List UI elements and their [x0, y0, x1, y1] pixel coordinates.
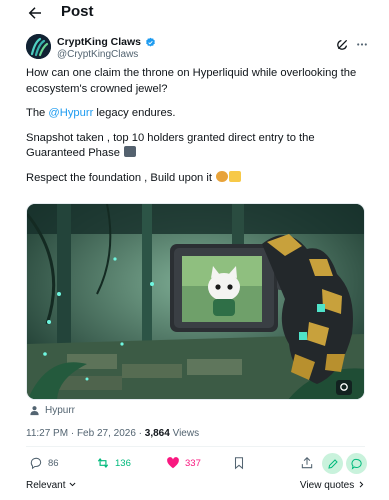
- views-count: 3,864: [144, 428, 170, 439]
- author-handle[interactable]: @CryptKingClaws: [57, 49, 138, 60]
- repost-count: 136: [115, 457, 131, 469]
- avatar[interactable]: [26, 34, 51, 59]
- reply-button[interactable]: 86: [29, 456, 59, 470]
- view-quotes-link[interactable]: View quotes: [300, 480, 366, 491]
- action-bar: 86 136 337: [26, 453, 368, 476]
- bookmark-icon: [234, 457, 244, 470]
- verified-badge-icon: [146, 37, 155, 46]
- divider: [26, 446, 365, 447]
- share-icon: [301, 457, 313, 469]
- heart-icon: [167, 457, 179, 469]
- like-count: 337: [185, 457, 201, 469]
- bookmark-button[interactable]: [232, 456, 246, 470]
- repost-icon: [97, 457, 109, 469]
- sort-label: Relevant: [26, 480, 66, 491]
- author-name-row[interactable]: CryptKing Claws: [57, 36, 156, 48]
- caption-text: Hypurr: [45, 405, 76, 416]
- chevron-right-icon: [359, 481, 364, 488]
- top-bar: Post: [0, 0, 389, 27]
- repost-button[interactable]: 136: [96, 456, 131, 470]
- like-button[interactable]: 337: [166, 456, 201, 470]
- camera-flash-emoji-icon: [124, 146, 137, 157]
- quote-bubble-icon: [351, 458, 362, 470]
- reply-icon: [30, 457, 42, 470]
- tweet-paragraph: How can one claim the throne on Hyperliq…: [26, 67, 357, 95]
- crown-emoji-icon: [229, 170, 242, 182]
- pencil-icon: [327, 458, 338, 469]
- view-quotes-label: View quotes: [299, 480, 355, 491]
- tweet-paragraph: Respect the foundation , Build upon it: [26, 170, 371, 187]
- quote-button[interactable]: [346, 453, 367, 474]
- image-caption: Hypurr: [29, 405, 75, 416]
- text-span: Snapshot taken , top 10 holders granted …: [26, 131, 315, 160]
- share-button[interactable]: [300, 456, 314, 470]
- jungle-camera-illustration: [27, 204, 364, 399]
- reply-count: 86: [48, 457, 59, 469]
- timestamp[interactable]: 11:27 PM · Feb 27, 2026 ·: [26, 428, 145, 439]
- chevron-down-icon: [69, 482, 76, 487]
- back-arrow-icon[interactable]: [26, 4, 44, 22]
- post-meta: 11:27 PM · Feb 27, 2026 · 3,864 Views: [26, 428, 199, 439]
- page-title: Post: [61, 3, 94, 20]
- tweet-image[interactable]: [26, 203, 365, 400]
- text-span: Respect the foundation , Build upon it: [26, 171, 212, 184]
- grok-icon[interactable]: [336, 38, 349, 51]
- sort-dropdown[interactable]: Relevant: [26, 480, 77, 491]
- tweet-text: How can one claim the throne on Hyperliq…: [26, 66, 371, 195]
- tweet-paragraph: Snapshot taken , top 10 holders granted …: [26, 131, 371, 162]
- avatar-claw-icon: [26, 34, 51, 59]
- edit-button[interactable]: [322, 453, 343, 474]
- text-span: legacy endures.: [93, 107, 176, 119]
- person-icon: [30, 406, 39, 416]
- more-options-icon[interactable]: [355, 38, 369, 51]
- lion-emoji-icon: [216, 170, 229, 182]
- mention-link[interactable]: @Hypurr: [48, 107, 93, 119]
- views-label: Views: [169, 428, 200, 439]
- text-span: The: [26, 107, 49, 119]
- author-display-name[interactable]: CryptKing Claws: [57, 36, 141, 48]
- tweet-paragraph: The @Hypurr legacy endures.: [26, 106, 371, 122]
